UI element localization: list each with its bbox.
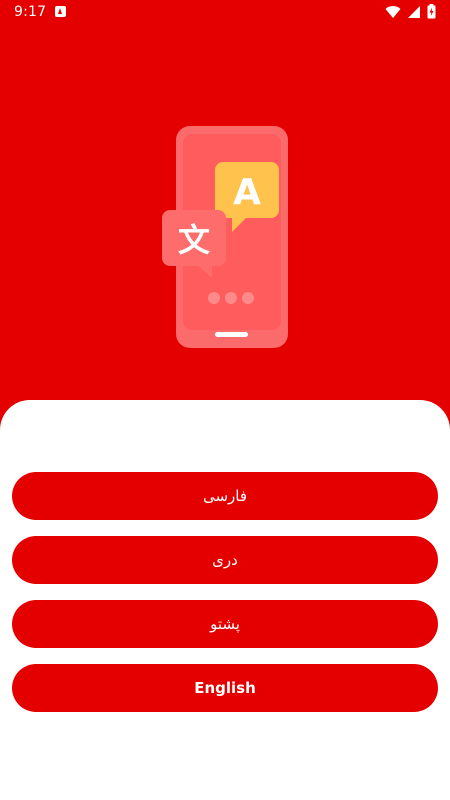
- status-time: 9:17: [14, 4, 47, 20]
- bubble-left-glyph: 文: [178, 221, 210, 259]
- language-label: English: [194, 679, 256, 697]
- language-button-dari[interactable]: دری: [12, 536, 438, 584]
- typing-dot: [208, 292, 220, 304]
- language-button-english[interactable]: English: [12, 664, 438, 712]
- phone-home-bar: [215, 332, 248, 337]
- typing-dot: [242, 292, 254, 304]
- translate-phone-illustration: A 文: [162, 126, 288, 348]
- language-button-farsi[interactable]: فارسی: [12, 472, 438, 520]
- wifi-icon: [385, 5, 401, 18]
- bubble-right-glyph: A: [233, 172, 261, 213]
- language-label: پشتو: [210, 615, 240, 633]
- status-icons: [385, 4, 436, 19]
- language-label: فارسی: [202, 487, 248, 505]
- language-button-pashto[interactable]: پشتو: [12, 600, 438, 648]
- hero-section: A 文: [0, 26, 450, 400]
- typing-dot: [225, 292, 237, 304]
- signal-icon: [408, 5, 420, 18]
- language-label: دری: [212, 551, 238, 569]
- status-bar: 9:17: [0, 0, 450, 26]
- battery-charging-icon: [427, 4, 436, 19]
- notification-app-icon: [55, 6, 66, 17]
